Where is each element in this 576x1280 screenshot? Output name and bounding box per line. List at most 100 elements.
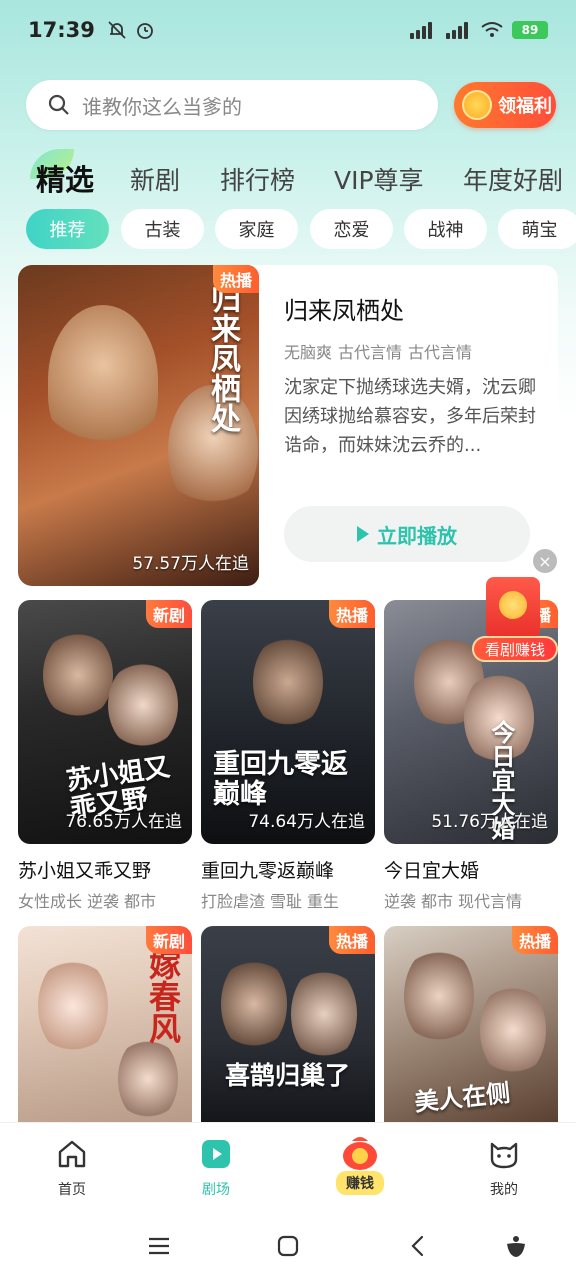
poster-title: 美人在侧	[413, 1077, 512, 1117]
battery-icon: 89	[512, 21, 548, 39]
poster-figure	[118, 1036, 178, 1122]
tag: 都市	[421, 892, 454, 911]
tag: 雪耻	[270, 892, 303, 911]
status-bar: 17:39 89	[0, 0, 576, 60]
follow-count: 74.64万人在追	[248, 812, 365, 832]
wifi-icon	[481, 22, 503, 37]
assistant-icon[interactable]	[502, 1232, 530, 1260]
featured-title[interactable]: 归来凤栖处	[284, 291, 404, 326]
featured-description: 沈家定下抛绣球选夫婿，沈云卿因绣球抛给慕容安，多年后荣封诰命，而妹妹沈云乔的..…	[284, 377, 536, 456]
tab-annual[interactable]: 年度好剧	[463, 161, 563, 197]
drama-title: 重回九零返巅峰	[201, 860, 335, 882]
drama-tags: 女性成长 逆袭 都市	[18, 888, 161, 912]
money-bag-icon	[343, 1137, 377, 1170]
play-now-button[interactable]: 立即播放	[284, 506, 530, 562]
nav-label: 剧场	[202, 1182, 230, 1198]
featured-tags: 无脑爽 古代言情 古代言情	[284, 339, 478, 363]
tag: 都市	[124, 892, 157, 911]
tag: 古代言情	[338, 343, 403, 362]
poster-figure	[480, 982, 546, 1078]
tab-ranking[interactable]: 排行榜	[220, 161, 295, 197]
nav-earn[interactable]: 赚钱	[320, 1131, 400, 1195]
chip-family[interactable]: 家庭	[215, 209, 298, 249]
poster-figure	[253, 634, 323, 730]
hot-badge: 热播	[329, 600, 375, 628]
close-icon[interactable]: ×	[533, 549, 557, 573]
nav-label: 我的	[490, 1182, 518, 1198]
hot-badge: 热播	[329, 926, 375, 954]
tag: 无脑爽	[284, 343, 333, 362]
theater-icon	[202, 1140, 230, 1168]
chip-cute-baby[interactable]: 萌宝	[498, 209, 576, 249]
status-time: 17:39	[28, 18, 95, 42]
back-icon[interactable]	[404, 1232, 432, 1260]
new-badge: 新剧	[146, 926, 192, 954]
tag: 女性成长	[18, 892, 83, 911]
drama-tags: 打脸虐渣 雪耻 重生	[201, 888, 344, 912]
chip-costume[interactable]: 古装	[121, 209, 204, 249]
bottom-nav: 首页 剧场 赚钱 我的	[0, 1122, 576, 1210]
follow-count: 51.76万人在追	[431, 812, 548, 832]
poster-figure	[38, 956, 108, 1056]
poster-figure	[221, 956, 287, 1052]
poster-figure	[404, 946, 474, 1046]
follow-count: 76.65万人在追	[65, 812, 182, 832]
drama-poster[interactable]: 美人在侧 热播	[384, 926, 558, 1122]
poster-title: 归来凤栖处	[205, 283, 240, 433]
poster-title: 嫁春风	[144, 948, 182, 1044]
welfare-button[interactable]: 领福利	[454, 82, 556, 128]
tag: 古代言情	[408, 343, 473, 362]
nav-profile[interactable]: 我的	[464, 1137, 544, 1199]
signal-2-icon	[444, 21, 472, 39]
tag: 逆袭	[87, 892, 120, 911]
tab-vip[interactable]: VIP尊享	[334, 161, 424, 197]
drama-poster[interactable]: 苏小姐又乖又野 新剧 76.65万人在追	[18, 600, 192, 844]
red-envelope-icon	[486, 577, 540, 639]
top-tabs: 精选 新剧 排行榜 VIP尊享 年度好剧	[0, 149, 576, 205]
drama-poster[interactable]: 嫁春风 新剧	[18, 926, 192, 1122]
featured-poster[interactable]: 归来凤栖处 热播 57.57万人在追	[18, 265, 259, 586]
chip-romance[interactable]: 恋爱	[310, 209, 393, 249]
drama-title: 苏小姐又乖又野	[18, 860, 152, 882]
hot-badge: 热播	[213, 265, 259, 293]
menu-icon[interactable]	[145, 1232, 173, 1260]
poster-figure	[43, 630, 113, 720]
home-square-icon[interactable]	[274, 1232, 302, 1260]
welfare-label: 领福利	[498, 96, 552, 117]
follow-count: 57.57万人在追	[132, 554, 249, 574]
signal-1-icon	[408, 21, 436, 39]
coin-icon	[462, 90, 492, 120]
category-chips: 推荐 古装 家庭 恋爱 战神 萌宝	[0, 209, 576, 249]
tab-new[interactable]: 新剧	[130, 161, 180, 197]
tag: 逆袭	[384, 892, 417, 911]
chip-recommend[interactable]: 推荐	[26, 209, 109, 249]
play-icon	[357, 526, 369, 542]
cat-profile-icon	[490, 1142, 518, 1169]
earn-float-label: 看剧赚钱	[472, 636, 558, 662]
home-icon	[58, 1140, 86, 1168]
search-input[interactable]: 谁教你这么当爹的	[26, 80, 438, 130]
alarm-icon	[136, 23, 153, 39]
search-icon	[48, 94, 69, 115]
drama-poster[interactable]: 重回九零返巅峰 热播 74.64万人在追	[201, 600, 375, 844]
chip-war-god[interactable]: 战神	[404, 209, 487, 249]
drama-poster[interactable]: 喜鹊归巢了 热播	[201, 926, 375, 1122]
tag: 重生	[307, 892, 340, 911]
tag: 现代言情	[458, 892, 523, 911]
poster-title: 重回九零返巅峰	[213, 749, 348, 810]
earn-float-widget[interactable]: 看剧赚钱	[472, 577, 558, 663]
system-nav-bar	[0, 1210, 576, 1280]
poster-figure	[108, 660, 178, 750]
new-badge: 新剧	[146, 600, 192, 628]
search-placeholder: 谁教你这么当爹的	[82, 94, 242, 119]
poster-title: 喜鹊归巢了	[225, 1061, 351, 1090]
nav-label: 赚钱	[336, 1171, 384, 1195]
nav-home[interactable]: 首页	[32, 1137, 112, 1199]
featured-card[interactable]: 归来凤栖处 热播 57.57万人在追 归来凤栖处 无脑爽 古代言情 古代言情 沈家定…	[18, 265, 558, 586]
drama-title: 今日宜大婚	[384, 860, 480, 882]
mute-bell-icon	[108, 21, 126, 39]
nav-theater[interactable]: 剧场	[176, 1137, 256, 1199]
poster-figure	[48, 305, 158, 455]
tab-featured[interactable]: 精选	[36, 157, 94, 199]
hot-badge: 热播	[512, 926, 558, 954]
